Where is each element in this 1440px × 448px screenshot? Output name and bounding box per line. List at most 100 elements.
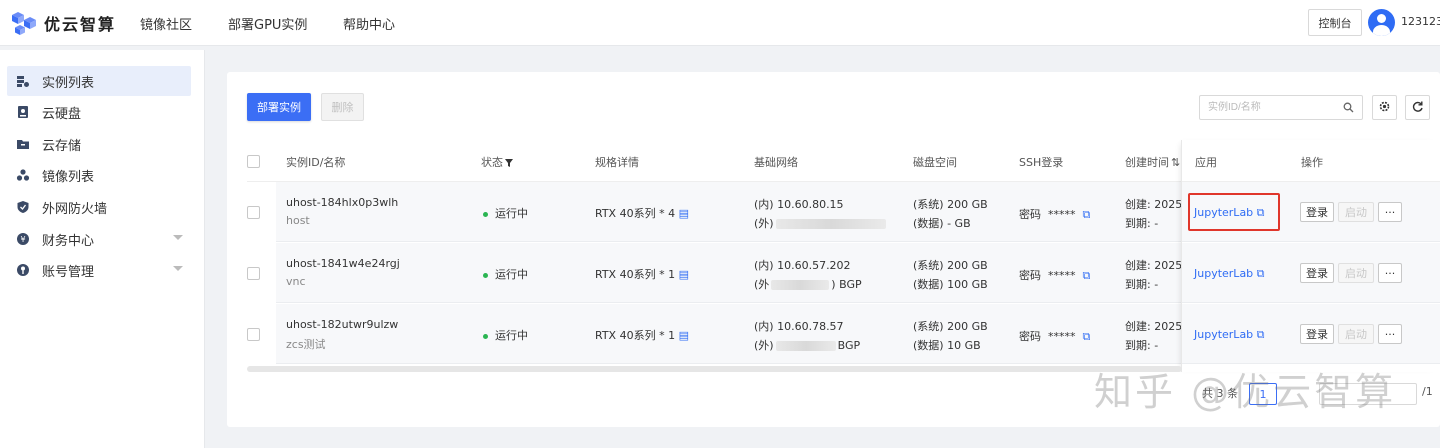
- ssh-password: 密码 ***** ⧉: [1019, 267, 1090, 283]
- sidebar-item-label: 云存储: [42, 138, 82, 154]
- outer-ip: (外) BGP: [754, 276, 862, 292]
- col-disk: 磁盘空间: [913, 156, 957, 169]
- ssh-mask: *****: [1048, 269, 1076, 282]
- more-button[interactable]: ···: [1378, 263, 1402, 283]
- sidebar-item-cloud-storage[interactable]: 云存储: [7, 129, 191, 159]
- more-button[interactable]: ···: [1378, 202, 1402, 222]
- start-button[interactable]: 启动: [1338, 202, 1374, 222]
- refresh-button[interactable]: [1405, 95, 1430, 120]
- redacted-ip: [771, 280, 830, 290]
- more-button[interactable]: ···: [1378, 324, 1402, 344]
- redacted-ip: [775, 219, 886, 229]
- brand-name: 优云智算: [44, 15, 117, 34]
- avatar-body: [1373, 25, 1390, 36]
- login-button[interactable]: 登录: [1300, 324, 1334, 344]
- sort-icon[interactable]: ⇅: [1171, 156, 1180, 169]
- app-link-text[interactable]: JupyterLab: [1194, 267, 1253, 280]
- deploy-instance-button[interactable]: 部署实例: [247, 93, 311, 121]
- sidebar-item-cloud-disk[interactable]: 云硬盘: [7, 97, 191, 127]
- col-ssh: SSH登录: [1019, 156, 1064, 169]
- outer-ip-suffix: BGP: [837, 339, 861, 352]
- search-icon[interactable]: [1343, 102, 1354, 116]
- ssh-mask: *****: [1048, 330, 1076, 343]
- outer-ip-prefix: (外): [754, 217, 774, 230]
- sidebar-item-image-list[interactable]: 镜像列表: [7, 160, 191, 190]
- page-total: /1: [1422, 385, 1433, 398]
- status-text: 运行中: [495, 329, 528, 342]
- select-all-checkbox[interactable]: [247, 155, 260, 168]
- start-button[interactable]: 启动: [1338, 324, 1374, 344]
- copy-icon[interactable]: ⧉: [1083, 330, 1091, 343]
- instance-id[interactable]: uhost-184hlx0p3wlh: [286, 196, 398, 209]
- login-button[interactable]: 登录: [1300, 202, 1334, 222]
- expire-time: 到期: -: [1125, 278, 1159, 291]
- row-checkbox[interactable]: [247, 206, 260, 219]
- col-created[interactable]: 创建时间 ⇅: [1125, 154, 1180, 170]
- sidebar-item-finance[interactable]: ¥ 财务中心: [7, 224, 191, 254]
- running-dot-icon: [483, 211, 488, 217]
- inner-ip: (内) 10.60.57.202: [754, 259, 851, 272]
- outer-ip: (外) BGP: [754, 337, 860, 353]
- instance-id[interactable]: uhost-1841w4e24rgj: [286, 257, 400, 270]
- status-badge: 运行中: [483, 266, 528, 282]
- sidebar-item-instance-list[interactable]: 实例列表: [7, 66, 191, 96]
- brand-logo[interactable]: 优云智算: [10, 9, 116, 37]
- instance-id[interactable]: uhost-182utwr9ulzw: [286, 318, 398, 331]
- copy-icon[interactable]: ⧉: [1083, 208, 1091, 221]
- external-link-icon[interactable]: ⧉: [1257, 267, 1265, 280]
- copy-icon[interactable]: ⧉: [1083, 269, 1091, 282]
- console-button[interactable]: 控制台: [1308, 9, 1362, 36]
- fixed-row-2: JupyterLab ⧉ 登录 启动 ···: [1182, 243, 1440, 303]
- app-link[interactable]: JupyterLab ⧉: [1194, 267, 1265, 281]
- row-checkbox[interactable]: [247, 328, 260, 341]
- spec-text: RTX 40系列 * 1: [595, 268, 676, 281]
- ssh-password: 密码 ***** ⧉: [1019, 328, 1090, 344]
- search-input[interactable]: [1208, 96, 1338, 119]
- delete-button[interactable]: 删除: [321, 93, 364, 121]
- instance-name: vnc: [286, 275, 306, 288]
- search-box: [1199, 95, 1363, 120]
- nav-mirror-community[interactable]: 镜像社区: [140, 14, 192, 33]
- shield-icon: [16, 200, 30, 214]
- avatar[interactable]: [1368, 9, 1395, 36]
- avatar-head: [1377, 14, 1386, 23]
- sidebar-item-label: 外网防火墙: [42, 201, 108, 217]
- filter-icon[interactable]: [505, 157, 513, 170]
- ssh-mask: *****: [1048, 208, 1076, 221]
- sidebar-item-firewall[interactable]: 外网防火墙: [7, 192, 191, 222]
- outer-ip-prefix: (外: [754, 278, 770, 291]
- login-button[interactable]: 登录: [1300, 263, 1334, 283]
- document-icon[interactable]: ▤: [679, 268, 689, 281]
- nav-deploy-gpu[interactable]: 部署GPU实例: [228, 14, 307, 33]
- disk-icon: [16, 105, 30, 119]
- start-button[interactable]: 启动: [1338, 263, 1374, 283]
- gear-icon: [1378, 100, 1391, 116]
- outer-ip-prefix: (外): [754, 339, 774, 352]
- spec-detail: RTX 40系列 * 1 ▤: [595, 266, 689, 282]
- app-link[interactable]: JupyterLab ⧉: [1194, 328, 1265, 342]
- finance-icon: ¥: [16, 232, 30, 246]
- col-network: 基础网络: [754, 156, 798, 169]
- col-created-label: 创建时间: [1125, 156, 1169, 169]
- sidebar-item-account[interactable]: 账号管理: [7, 255, 191, 285]
- horizontal-scrollbar[interactable]: [247, 366, 1182, 372]
- external-link-icon[interactable]: ⧉: [1257, 328, 1265, 341]
- document-icon[interactable]: ▤: [679, 207, 689, 220]
- app-link-text[interactable]: JupyterLab: [1194, 328, 1253, 341]
- instance-name: host: [286, 214, 310, 227]
- spec-detail: RTX 40系列 * 1 ▤: [595, 327, 689, 343]
- nav-help-center[interactable]: 帮助中心: [343, 14, 395, 33]
- settings-button[interactable]: [1372, 95, 1397, 120]
- disk-system: (系统) 200 GB: [913, 259, 988, 272]
- sidebar-item-label: 财务中心: [42, 233, 95, 249]
- sidebar-item-label: 账号管理: [42, 264, 95, 280]
- col-status[interactable]: 状态: [481, 154, 513, 170]
- ssh-label: 密码: [1019, 269, 1041, 282]
- col-spec: 规格详情: [595, 156, 639, 169]
- document-icon[interactable]: ▤: [679, 329, 689, 342]
- disk-system: (系统) 200 GB: [913, 320, 988, 333]
- spec-text: RTX 40系列 * 4: [595, 207, 676, 220]
- highlight-annotation: [1188, 193, 1280, 231]
- username[interactable]: 123123: [1401, 15, 1440, 28]
- row-checkbox[interactable]: [247, 267, 260, 280]
